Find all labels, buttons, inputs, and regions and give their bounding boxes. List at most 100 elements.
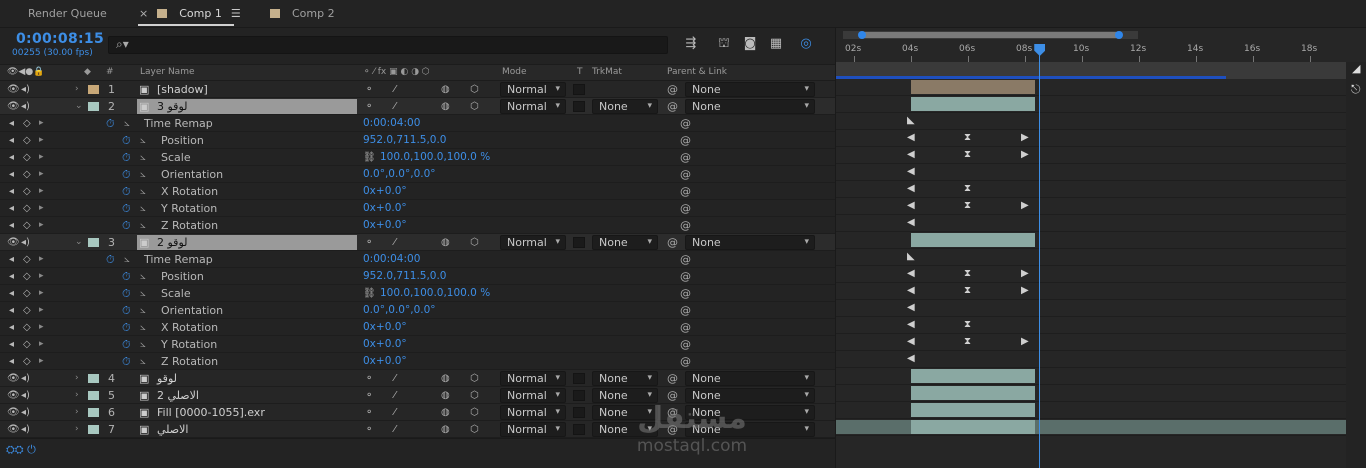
- audio-icon[interactable]: ◂): [21, 422, 30, 437]
- property-value[interactable]: 0x+0.0°: [363, 337, 407, 352]
- stopwatch-icon[interactable]: ⏱: [122, 303, 131, 318]
- shy-switch-icon[interactable]: ⚬: [365, 405, 373, 420]
- audio-icon[interactable]: ◂): [21, 99, 30, 114]
- current-time-display[interactable]: 0:00:08:15: [16, 31, 104, 47]
- property-row[interactable]: ◂ ◇ ▸ ⏱ ⦣ Position 952.0,711.5,0.0 @: [0, 132, 835, 149]
- keyframe-marker[interactable]: ⧗: [964, 199, 971, 213]
- blend-mode-select[interactable]: Normal ▾: [500, 99, 566, 114]
- property-row[interactable]: ◂ ◇ ▸ ⏱ ⦣ X Rotation 0x+0.0° @: [0, 183, 835, 200]
- layer-row[interactable]: 👁 ◂) ⌄ 2 ▣ لوقو 3 ⚬ ⁄ ◍ ⬡ Normal ▾ None ▾ @ None ▾: [0, 98, 835, 115]
- motion-blur-switch-icon[interactable]: ◍: [441, 422, 450, 437]
- time-navigator-range[interactable]: [861, 32, 1119, 38]
- stopwatch-icon[interactable]: ⏱: [122, 337, 131, 352]
- keyframe-marker[interactable]: ◀: [907, 199, 915, 213]
- keyframe-marker[interactable]: ▶: [1021, 148, 1029, 162]
- pickwhip-icon[interactable]: @: [667, 82, 678, 97]
- stopwatch-icon[interactable]: ⏱: [122, 167, 131, 182]
- keyframe-next-icon[interactable]: ▸: [39, 133, 44, 148]
- keyframe-next-icon[interactable]: ▸: [39, 337, 44, 352]
- tab-comp-2[interactable]: Comp 2: [270, 6, 335, 22]
- comp-marker-bin-icon[interactable]: ⎋: [1351, 82, 1361, 97]
- keyframe-marker[interactable]: ▶: [1021, 267, 1029, 281]
- eye-icon[interactable]: 👁: [7, 422, 20, 437]
- keyframe-prev-icon[interactable]: ◂: [9, 320, 14, 335]
- motion-blur-switch-icon[interactable]: ◍: [441, 388, 450, 403]
- layer-duration-bar[interactable]: [911, 97, 1035, 111]
- keyframe-prev-icon[interactable]: ◂: [9, 303, 14, 318]
- column-parent[interactable]: Parent & Link: [667, 67, 727, 77]
- keyframe-marker[interactable]: ▶: [1021, 284, 1029, 298]
- twirl-arrow-icon[interactable]: ›: [75, 422, 79, 437]
- property-value[interactable]: 0x+0.0°: [363, 201, 407, 216]
- eye-icon[interactable]: 👁: [7, 405, 20, 420]
- keyframe-next-icon[interactable]: ▸: [39, 354, 44, 369]
- pickwhip-icon[interactable]: @: [680, 167, 691, 182]
- navigator-start-handle[interactable]: [858, 31, 866, 39]
- pickwhip-icon[interactable]: @: [680, 252, 691, 267]
- property-row[interactable]: ◂ ◇ ▸ ⏱ ⦣ Scale ⛓ 100.0,100.0,100.0 % @: [0, 285, 835, 302]
- layer-search-input[interactable]: ⌕▾: [108, 36, 668, 54]
- shy-switch-icon[interactable]: ⚬: [365, 235, 373, 250]
- graph-icon[interactable]: ⦣: [140, 354, 146, 369]
- graph-icon[interactable]: ⦣: [140, 150, 146, 165]
- pickwhip-icon[interactable]: @: [680, 218, 691, 233]
- pickwhip-icon[interactable]: @: [680, 184, 691, 199]
- column-trkmat[interactable]: TrkMat: [592, 67, 622, 77]
- graph-icon[interactable]: ⦣: [124, 116, 130, 131]
- property-row[interactable]: ◂ ◇ ▸ ⏱ ⦣ Orientation 0.0°,0.0°,0.0° @: [0, 166, 835, 183]
- layer-name[interactable]: الاصلي: [157, 422, 188, 437]
- shy-switch-icon[interactable]: ⚬: [365, 388, 373, 403]
- preserve-transparency-checkbox[interactable]: [573, 424, 585, 435]
- keyframe-add-icon[interactable]: ◇: [23, 201, 31, 216]
- graph-icon[interactable]: ⦣: [140, 133, 146, 148]
- quality-switch-icon[interactable]: ⁄: [394, 405, 396, 420]
- property-row[interactable]: ◂ ◇ ▸ ⏱ ⦣ Time Remap 0:00:04:00 @: [0, 251, 835, 268]
- graph-icon[interactable]: ⦣: [140, 269, 146, 284]
- property-value[interactable]: 0.0°,0.0°,0.0°: [363, 303, 436, 318]
- keyframe-next-icon[interactable]: ▸: [39, 218, 44, 233]
- constrain-proportions-icon[interactable]: ⛓: [363, 286, 376, 301]
- keyframe-marker[interactable]: ▶: [1021, 199, 1029, 213]
- keyframe-next-icon[interactable]: ▸: [39, 167, 44, 182]
- keyframe-marker[interactable]: ◣: [907, 114, 915, 128]
- stopwatch-icon[interactable]: ⏱: [122, 320, 131, 335]
- layer-name[interactable]: لوقو 2: [157, 235, 187, 250]
- property-row[interactable]: ◂ ◇ ▸ ⏱ ⦣ Y Rotation 0x+0.0° @: [0, 336, 835, 353]
- property-value[interactable]: 0:00:04:00: [363, 252, 420, 267]
- property-value[interactable]: 952.0,711.5,0.0: [363, 133, 447, 148]
- pickwhip-icon[interactable]: @: [680, 201, 691, 216]
- pickwhip-icon[interactable]: @: [680, 133, 691, 148]
- keyframe-marker[interactable]: ⧗: [964, 284, 971, 298]
- quality-switch-icon[interactable]: ⁄: [394, 82, 396, 97]
- keyframe-add-icon[interactable]: ◇: [23, 320, 31, 335]
- audio-icon[interactable]: ◂): [21, 371, 30, 386]
- preserve-transparency-checkbox[interactable]: [573, 407, 585, 418]
- preserve-transparency-checkbox[interactable]: [573, 237, 585, 248]
- keyframe-next-icon[interactable]: ▸: [39, 303, 44, 318]
- constrain-proportions-icon[interactable]: ⛓: [363, 150, 376, 165]
- keyframe-marker[interactable]: ◀: [907, 165, 915, 179]
- label-color-swatch[interactable]: [88, 391, 99, 400]
- property-row[interactable]: ◂ ◇ ▸ ⏱ ⦣ Y Rotation 0x+0.0° @: [0, 200, 835, 217]
- keyframe-next-icon[interactable]: ▸: [39, 201, 44, 216]
- 3d-layer-switch-icon[interactable]: ⬡: [470, 405, 479, 420]
- quality-switch-icon[interactable]: ⁄: [394, 235, 396, 250]
- layer-duration-bar[interactable]: [911, 386, 1035, 400]
- property-value[interactable]: 0x+0.0°: [363, 320, 407, 335]
- footer-toggles-icon[interactable]: ⛭⛭ ⏻: [6, 443, 36, 457]
- 3d-layer-switch-icon[interactable]: ⬡: [470, 82, 479, 97]
- timeline-scrollbar[interactable]: ◢ ⎋: [1346, 62, 1366, 468]
- eye-icon[interactable]: 👁: [7, 99, 20, 114]
- 3d-layer-switch-icon[interactable]: ⬡: [470, 422, 479, 437]
- keyframe-marker[interactable]: ▶: [1021, 335, 1029, 349]
- quality-switch-icon[interactable]: ⁄: [394, 99, 396, 114]
- graph-icon[interactable]: ⦣: [140, 167, 146, 182]
- preserve-transparency-checkbox[interactable]: [573, 373, 585, 384]
- keyframe-add-icon[interactable]: ◇: [23, 150, 31, 165]
- tab-comp-1[interactable]: × Comp 1 ☰: [139, 6, 241, 22]
- pickwhip-icon[interactable]: @: [680, 150, 691, 165]
- keyframe-marker[interactable]: ◀: [907, 284, 915, 298]
- audio-icon[interactable]: ◂): [21, 405, 30, 420]
- keyframe-marker[interactable]: ▶: [1021, 131, 1029, 145]
- keyframe-add-icon[interactable]: ◇: [23, 354, 31, 369]
